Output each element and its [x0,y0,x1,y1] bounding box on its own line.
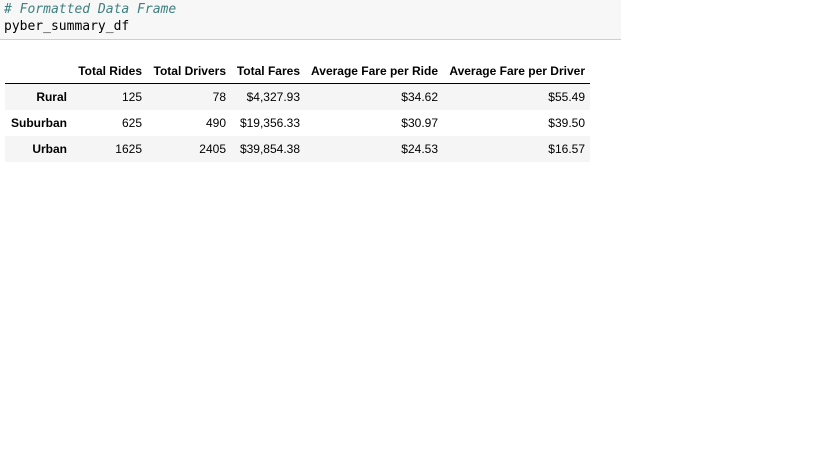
cell-avg-fare-per-driver: $39.50 [548,116,585,130]
cell-total-rides: 125 [121,90,142,104]
cell-avg-fare-per-driver: $55.49 [548,90,585,104]
cell-avg-fare-per-ride: $24.53 [401,142,438,156]
cell-total-rides: 625 [121,116,142,130]
table-row-urban: Urban 1625 2405 $39,854.38 $24.53 $16.57 [5,136,590,162]
cell-total-fares: $4,327.93 [246,90,300,104]
code-statement: pyber_summary_df [4,19,130,34]
column-header-avg-fare-per-ride: Average Fare per Ride [305,58,443,84]
summary-dataframe-table: Total Rides Total Drivers Total Fares Av… [5,58,590,162]
code-cell-input[interactable]: # Formatted Data Frame pyber_summary_df [0,0,621,40]
table-header-row: Total Rides Total Drivers Total Fares Av… [5,58,590,84]
column-header-avg-fare-per-driver: Average Fare per Driver [443,58,590,84]
table-row-rural: Rural 125 78 $4,327.93 $34.62 $55.49 [5,83,590,110]
cell-total-drivers: 2405 [199,142,226,156]
row-index: Urban [32,142,67,156]
cell-total-rides: 1625 [115,142,142,156]
cell-total-drivers: 490 [205,116,226,130]
cell-avg-fare-per-driver: $16.57 [548,142,585,156]
table-row-suburban: Suburban 625 490 $19,356.33 $30.97 $39.5… [5,110,590,136]
cell-total-fares: $39,854.38 [239,142,300,156]
row-index: Suburban [11,116,67,130]
column-header-total-drivers: Total Drivers [147,58,231,84]
row-index: Rural [36,90,67,104]
cell-avg-fare-per-ride: $34.62 [401,90,438,104]
cell-total-fares: $19,356.33 [239,116,300,130]
code-comment: # Formatted Data Frame [4,2,177,17]
cell-total-drivers: 78 [212,90,226,104]
column-header-total-rides: Total Rides [72,58,147,84]
cell-output: Total Rides Total Drivers Total Fares Av… [5,58,590,162]
column-header-total-fares: Total Fares [231,58,305,84]
cell-avg-fare-per-ride: $30.97 [401,116,438,130]
index-header [5,58,72,84]
